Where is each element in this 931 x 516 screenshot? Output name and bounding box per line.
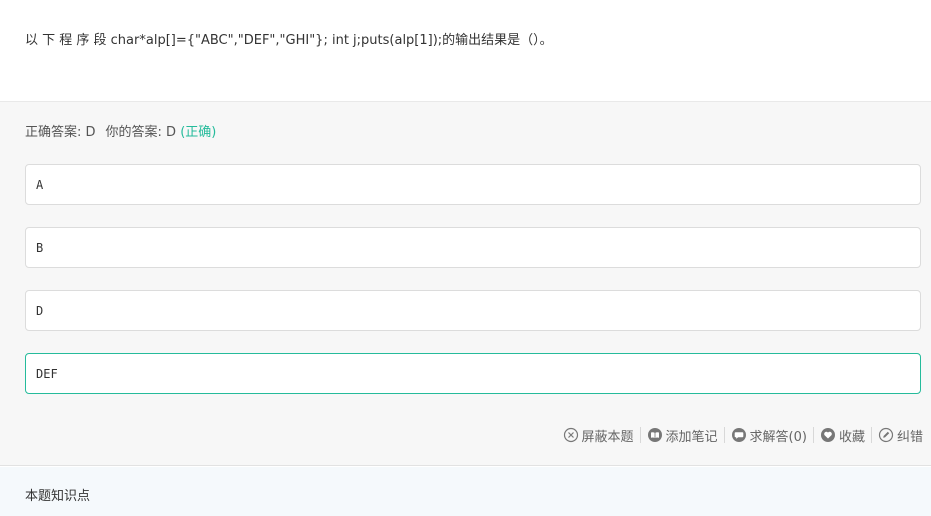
report-error-button[interactable]: 纠错 xyxy=(878,426,923,445)
ask-answer-button[interactable]: 求解答(0) xyxy=(731,426,807,445)
answer-area: 正确答案: D 你的答案: D (正确) A B D DEF 屏蔽本题 添加笔记 xyxy=(0,102,931,466)
question-section: 以 下 程 序 段 char*alp[]={"ABC","DEF","GHI"}… xyxy=(0,0,931,102)
heart-icon xyxy=(820,428,835,442)
option-d[interactable]: DEF xyxy=(25,353,921,394)
divider xyxy=(639,427,641,443)
divider xyxy=(870,427,872,443)
question-text: 以 下 程 序 段 char*alp[]={"ABC","DEF","GHI"}… xyxy=(25,33,553,48)
divider xyxy=(723,427,725,443)
add-note-label: 添加笔记 xyxy=(665,429,718,445)
pencil-icon xyxy=(878,427,894,443)
favorite-button[interactable]: 收藏 xyxy=(820,426,865,445)
ask-answer-label: 求解答(0) xyxy=(749,429,807,445)
report-error-label: 纠错 xyxy=(896,429,923,445)
question-toolbar: 屏蔽本题 添加笔记 求解答(0) 收藏 纠错 xyxy=(563,425,923,445)
option-text: DEF xyxy=(36,367,58,381)
knowledge-title: 本题知识点 xyxy=(25,489,91,504)
correct-answer-label: 正确答案: D xyxy=(25,125,96,140)
option-c[interactable]: D xyxy=(25,290,921,331)
option-text: B xyxy=(36,241,44,255)
hide-question-label: 屏蔽本题 xyxy=(581,429,634,445)
hide-question-button[interactable]: 屏蔽本题 xyxy=(563,426,634,445)
option-text: D xyxy=(36,304,44,318)
answer-status-badge: (正确) xyxy=(180,125,217,140)
your-answer-label: 你的答案: D xyxy=(105,125,177,140)
knowledge-section: 本题知识点 xyxy=(0,467,931,516)
option-a[interactable]: A xyxy=(25,164,921,205)
answer-result: 正确答案: D 你的答案: D (正确) xyxy=(25,124,216,142)
option-text: A xyxy=(36,178,44,192)
close-circle-icon xyxy=(563,427,578,443)
favorite-label: 收藏 xyxy=(838,429,865,445)
book-icon xyxy=(647,428,662,442)
chat-bubble-icon xyxy=(731,428,746,442)
option-b[interactable]: B xyxy=(25,227,921,268)
divider xyxy=(812,427,814,443)
add-note-button[interactable]: 添加笔记 xyxy=(647,426,718,445)
